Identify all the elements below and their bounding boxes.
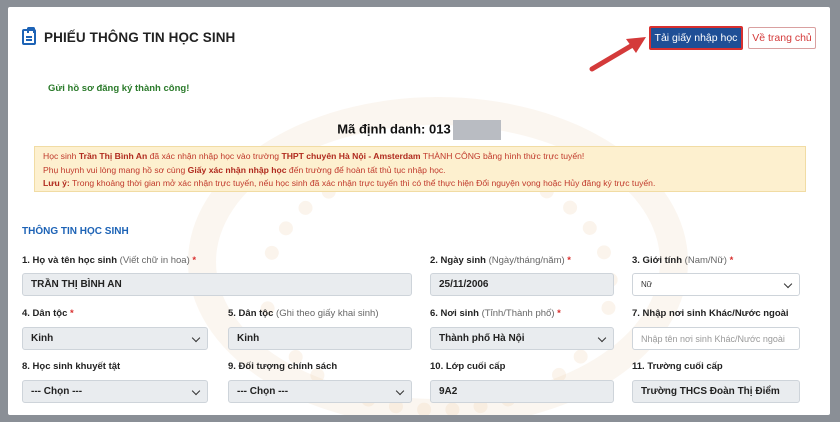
ethnicity-select[interactable]: Kinh (22, 327, 208, 350)
clipboard-icon (22, 27, 36, 45)
notice-line-1: Học sinh Trần Thị Bình An đã xác nhận nh… (43, 151, 585, 161)
birth-date-input[interactable]: 25/11/2006 (430, 273, 614, 296)
birth-date-label: 2. Ngày sinh (Ngày/tháng/năm) * (430, 255, 571, 266)
download-admission-button[interactable]: Tải giấy nhập học (649, 26, 743, 50)
final-school-input[interactable]: Trường THCS Đoàn Thị Điểm (632, 380, 800, 403)
chevron-down-icon (191, 333, 201, 343)
other-birth-place-label: 7. Nhập nơi sinh Khác/Nước ngoài (632, 308, 789, 319)
disability-label: 8. Học sinh khuyết tật (22, 361, 121, 372)
chevron-down-icon (597, 333, 607, 343)
gender-label: 3. Giới tính (Nam/Nữ) * (632, 255, 734, 266)
birth-place-select[interactable]: Thành phố Hà Nội (430, 327, 614, 350)
gender-select[interactable]: Nữ (632, 273, 800, 296)
ethnicity-birth-cert-label: 5. Dân tộc (Ghi theo giấy khai sinh) (228, 308, 379, 319)
chevron-down-icon (395, 386, 405, 396)
page-title: PHIẾU THÔNG TIN HỌC SINH (44, 29, 236, 45)
full-name-input[interactable]: TRẦN THỊ BÌNH AN (22, 273, 412, 296)
policy-group-select[interactable]: --- Chọn --- (228, 380, 412, 403)
ethnicity-label: 4. Dân tộc * (22, 308, 74, 319)
page-header: PHIẾU THÔNG TIN HỌC SINH (22, 27, 236, 45)
notice-box: Học sinh Trần Thị Bình An đã xác nhận nh… (34, 146, 806, 192)
arrow-pointer-icon (589, 37, 646, 72)
other-birth-place-input[interactable]: Nhập tên nơi sinh Khác/Nước ngoài (632, 327, 800, 350)
policy-group-label: 9. Đối tượng chính sách (228, 361, 338, 372)
section-title: THÔNG TIN HỌC SINH (22, 226, 129, 237)
student-id-value: 013 (429, 121, 451, 137)
notice-school-name: THPT chuyên Hà Nội - Amsterdam (281, 151, 421, 161)
notice-student-name: Trần Thị Bình An (78, 151, 148, 161)
notice-document-name: Giấy xác nhận nhập học (187, 164, 287, 175)
final-class-input[interactable]: 9A2 (430, 380, 614, 403)
student-id-redaction (452, 120, 501, 140)
student-id-label: Mã định danh: (337, 121, 426, 137)
chevron-down-icon (783, 279, 793, 289)
birth-place-label: 6. Nơi sinh (Tỉnh/Thành phố) * (430, 308, 561, 319)
home-button[interactable]: Về trang chủ (748, 27, 816, 49)
disability-select[interactable]: --- Chọn --- (22, 380, 208, 403)
final-class-label: 10. Lớp cuối cấp (430, 361, 506, 372)
chevron-down-icon (191, 386, 201, 396)
final-school-label: 11. Trường cuối cấp (632, 361, 723, 372)
full-name-label: 1. Họ và tên học sinh (Viết chữ in hoa) … (22, 255, 197, 266)
student-id: Mã định danh: 013 (8, 120, 830, 140)
student-info-card: PHIẾU THÔNG TIN HỌC SINH Tải giấy nhập h… (8, 7, 830, 415)
notice-line-2: Phụ huynh vui lòng mang hồ sơ cùng Giấy … (43, 164, 446, 175)
notice-note-label: Lưu ý: (43, 178, 70, 188)
success-message: Gửi hồ sơ đăng ký thành công! (48, 83, 190, 94)
notice-line-3: Lưu ý: Trong khoảng thời gian mở xác nhậ… (43, 178, 656, 188)
ethnicity-birth-cert-input[interactable]: Kinh (228, 327, 412, 350)
